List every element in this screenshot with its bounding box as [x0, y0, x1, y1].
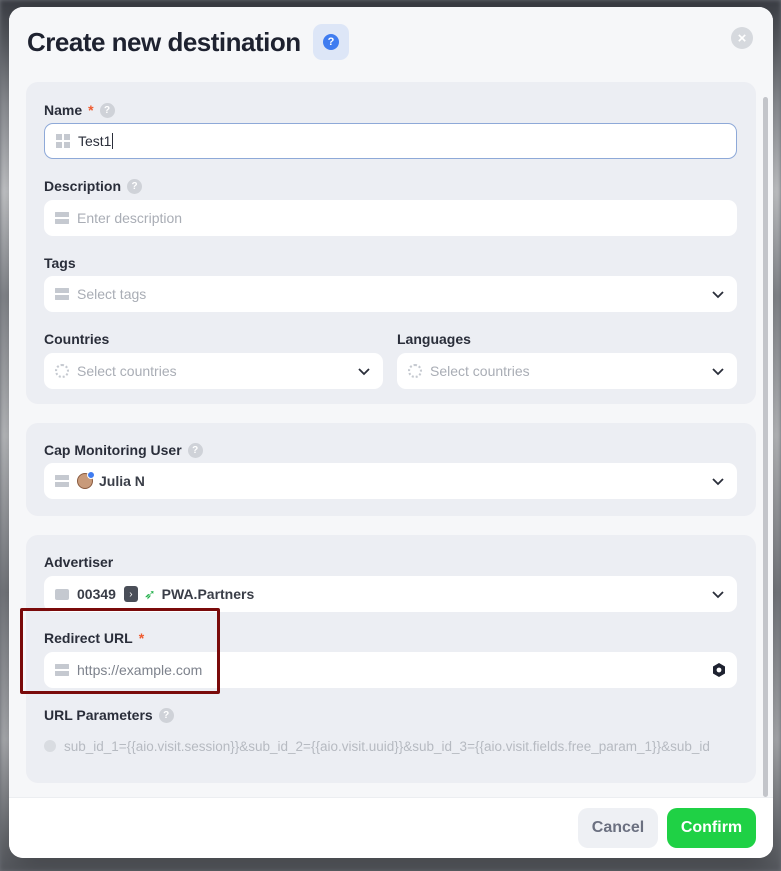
- url-parameters-value: sub_id_1={{aio.visit.session}}&sub_id_2=…: [64, 738, 710, 754]
- help-icon[interactable]: ?: [187, 442, 203, 458]
- cap-monitoring-user-label: Cap Monitoring User ?: [44, 440, 203, 460]
- grid-icon: [56, 134, 70, 148]
- redirect-url-label: Redirect URL *: [44, 630, 145, 646]
- globe-icon: [55, 364, 69, 378]
- chevron-down-icon: [712, 291, 724, 299]
- required-mark: *: [138, 630, 145, 646]
- general-section: Name * ? Test1 Description ? Enter descr…: [26, 82, 756, 404]
- settings-hex-icon[interactable]: [711, 662, 727, 678]
- description-input[interactable]: Enter description: [44, 200, 737, 236]
- advertiser-name: PWA.Partners: [161, 586, 255, 602]
- advertiser-label: Advertiser: [44, 554, 114, 570]
- advertiser-section: Advertiser 00349 › ➶ PWA.Partners Redire…: [26, 535, 756, 783]
- help-icon[interactable]: ?: [99, 102, 115, 118]
- help-button[interactable]: ?: [313, 24, 349, 60]
- dialog-title: Create new destination: [27, 27, 301, 57]
- help-icon[interactable]: ?: [127, 178, 143, 194]
- text-cursor: [112, 133, 114, 149]
- rows-icon: [55, 663, 69, 677]
- mail-icon: [55, 588, 69, 600]
- rows-icon: [55, 474, 69, 488]
- help-icon[interactable]: ?: [158, 707, 174, 723]
- countries-label: Countries: [44, 331, 110, 347]
- scrollbar[interactable]: [763, 97, 768, 797]
- question-circle-icon: ?: [323, 34, 339, 50]
- close-button[interactable]: ×: [731, 27, 753, 49]
- dialog-body: Name * ? Test1 Description ? Enter descr…: [9, 79, 773, 798]
- monitoring-section: Cap Monitoring User ? Julia N: [26, 423, 756, 516]
- chevron-down-icon: [712, 368, 724, 376]
- advertiser-badge-icon: ›: [123, 586, 138, 602]
- languages-select[interactable]: Select countries: [397, 353, 737, 389]
- confirm-button[interactable]: Confirm: [667, 808, 756, 848]
- url-parameters-label: URL Parameters ?: [44, 705, 174, 725]
- cap-monitoring-user-select[interactable]: Julia N: [44, 463, 737, 499]
- name-input-value: Test1: [78, 133, 112, 149]
- cap-user-value: Julia N: [99, 473, 145, 489]
- required-mark: *: [88, 102, 94, 118]
- name-label: Name * ?: [44, 100, 115, 120]
- description-label: Description ?: [44, 176, 143, 196]
- chevron-down-icon: [712, 591, 724, 599]
- cancel-button[interactable]: Cancel: [578, 808, 658, 848]
- globe-icon: [408, 364, 422, 378]
- dialog-footer: Cancel Confirm: [9, 797, 773, 858]
- rows-icon: [55, 211, 69, 225]
- avatar: [77, 471, 95, 489]
- description-placeholder: Enter description: [77, 210, 183, 226]
- languages-label: Languages: [397, 331, 471, 347]
- tags-select[interactable]: Select tags: [44, 276, 737, 312]
- dialog-header: Create new destination ? ×: [9, 7, 773, 79]
- languages-placeholder: Select countries: [430, 363, 530, 379]
- name-input[interactable]: Test1: [44, 123, 737, 159]
- advertiser-id: 00349: [77, 586, 116, 602]
- countries-select[interactable]: Select countries: [44, 353, 383, 389]
- advertiser-select[interactable]: 00349 › ➶ PWA.Partners: [44, 576, 737, 612]
- redirect-url-input[interactable]: https://example.com: [44, 652, 737, 688]
- rows-icon: [55, 287, 69, 301]
- rocket-icon: ➶: [143, 585, 156, 602]
- tags-placeholder: Select tags: [77, 286, 147, 302]
- close-icon: ×: [737, 29, 747, 47]
- tags-label: Tags: [44, 255, 76, 271]
- param-icon: [44, 740, 56, 752]
- redirect-url-placeholder: https://example.com: [77, 662, 203, 678]
- chevron-down-icon: [712, 478, 724, 486]
- chevron-down-icon: [358, 368, 370, 376]
- create-destination-dialog: Create new destination ? × Name * ? Test…: [9, 7, 773, 858]
- url-parameters-field[interactable]: sub_id_1={{aio.visit.session}}&sub_id_2=…: [44, 736, 744, 756]
- countries-placeholder: Select countries: [77, 363, 177, 379]
